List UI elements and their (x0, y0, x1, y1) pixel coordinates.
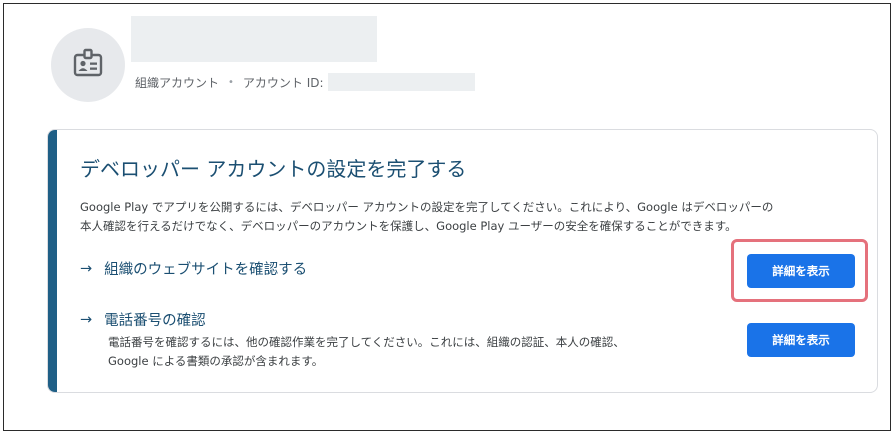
account-meta: 組織アカウント • アカウント ID: (135, 73, 475, 91)
card-description-line: 本人確認を行えるだけでなく、デベロッパーのアカウントを保護し、Google Pl… (80, 219, 737, 233)
task-description-line: Google による書類の承認が含まれます。 (108, 354, 324, 368)
account-id-redacted (327, 73, 475, 91)
task-verify-website[interactable]: → 組織のウェブサイトを確認する (80, 258, 307, 279)
task-label: 組織のウェブサイトを確認する (104, 262, 308, 278)
card-accent-bar (48, 130, 57, 392)
account-type: 組織アカウント (135, 75, 220, 90)
arrow-right-icon: → (80, 260, 93, 277)
task-verify-phone[interactable]: → 電話番号の確認 (80, 309, 206, 330)
account-name-redacted (131, 16, 377, 62)
arrow-right-icon: → (80, 311, 93, 328)
account-avatar (51, 28, 125, 102)
highlight-outline (731, 239, 868, 302)
screenshot-frame: 組織アカウント • アカウント ID: デベロッパー アカウントの設定を完了する… (3, 3, 891, 431)
id-badge-icon (71, 46, 105, 84)
card-description: Google Play でアプリを公開するには、デベロッパー アカウントの設定を… (80, 198, 865, 236)
task-description: 電話番号を確認するには、他の確認作業を完了してください。これには、組織の認証、本… (108, 333, 708, 371)
view-details-button-phone[interactable]: 詳細を表示 (747, 323, 855, 357)
account-id-label: アカウント ID: (242, 75, 324, 90)
task-label: 電話番号の確認 (104, 313, 206, 329)
meta-separator: • (228, 76, 234, 88)
task-description-line: 電話番号を確認するには、他の確認作業を完了してください。これには、組織の認証、本… (108, 335, 625, 349)
card-description-line: Google Play でアプリを公開するには、デベロッパー アカウントの設定を… (80, 200, 774, 214)
card-title: デベロッパー アカウントの設定を完了する (80, 157, 467, 181)
